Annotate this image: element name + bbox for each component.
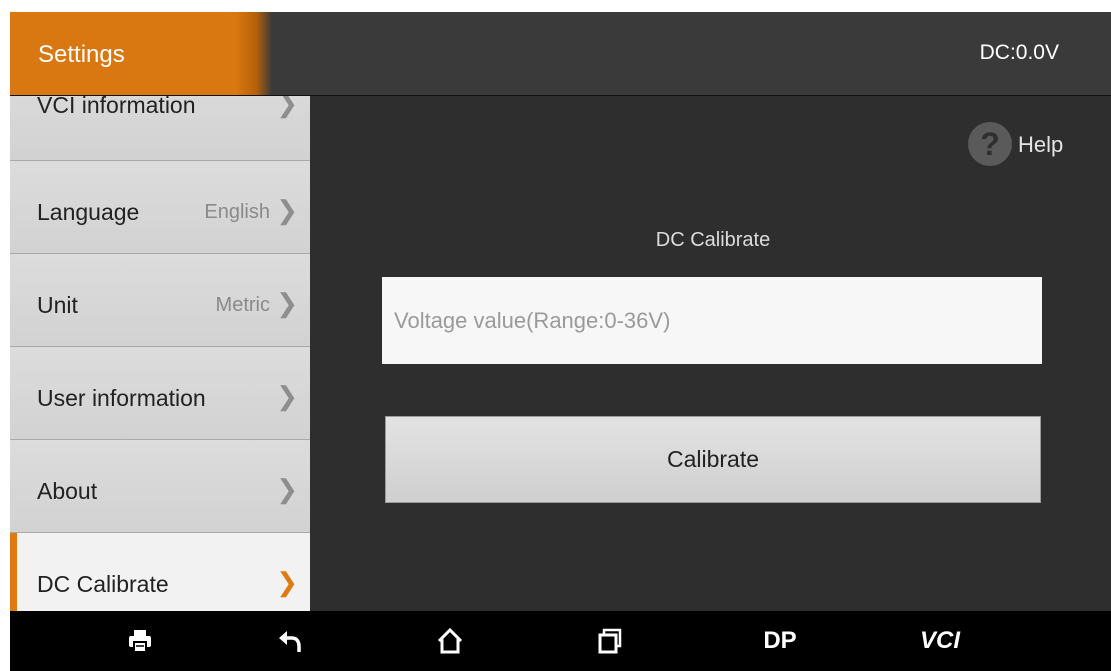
chevron-right-icon: ❯ [276, 195, 298, 225]
sidebar-item-unit[interactable]: Unit Metric ❯ [10, 254, 310, 347]
sidebar-item-value: Metric [215, 294, 270, 316]
sidebar-item-label: User information [37, 385, 206, 411]
page-title: Settings [38, 41, 125, 68]
chevron-right-icon: ❯ [276, 567, 298, 597]
home-icon [437, 627, 463, 654]
screen: Settings DC:0.0V VCI information ❯ Langu… [10, 12, 1111, 671]
chevron-right-icon: ❯ [276, 381, 298, 411]
voltage-input[interactable] [382, 277, 1042, 364]
sidebar-item-label: VCI information [37, 96, 196, 118]
back-arrow-icon [279, 631, 301, 652]
sidebar-item-user-information[interactable]: User information ❯ [10, 347, 310, 440]
printer-icon [129, 630, 151, 653]
recent-apps-button[interactable] [575, 611, 645, 671]
chevron-right-icon: ❯ [276, 288, 298, 318]
dc-voltage-status: DC:0.0V [979, 41, 1059, 64]
chevron-right-icon: ❯ [276, 474, 298, 504]
system-nav-bar: DP VCI [10, 611, 1111, 671]
title-tab: Settings [10, 12, 272, 95]
printer-button[interactable] [105, 611, 175, 671]
help-label: Help [1018, 132, 1064, 157]
recent-apps-icon [598, 628, 622, 654]
sidebar-item-vci-information[interactable]: VCI information ❯ [10, 96, 310, 161]
chevron-right-icon: ❯ [276, 96, 298, 118]
top-bar: Settings DC:0.0V [10, 12, 1111, 96]
sidebar-item-label: DC Calibrate [37, 571, 169, 597]
settings-sidebar: VCI information ❯ Language English ❯ Uni… [10, 96, 310, 611]
active-indicator [10, 533, 17, 611]
sidebar-item-label: Unit [37, 292, 78, 318]
help-icon: ? [968, 122, 1012, 166]
sidebar-item-value: English [204, 201, 270, 223]
sidebar-item-label: About [37, 478, 98, 504]
home-button[interactable] [415, 611, 485, 671]
sidebar-item-label: Language [37, 199, 140, 225]
section-title: DC Calibrate [655, 229, 771, 251]
dp-button[interactable]: DP [745, 611, 815, 671]
back-button[interactable] [255, 611, 325, 671]
calibrate-button[interactable]: Calibrate [385, 416, 1041, 503]
sidebar-item-dc-calibrate[interactable]: DC Calibrate ❯ [10, 533, 310, 611]
sidebar-item-language[interactable]: Language English ❯ [10, 161, 310, 254]
vci-button[interactable]: VCI [905, 611, 975, 671]
sidebar-item-about[interactable]: About ❯ [10, 440, 310, 533]
